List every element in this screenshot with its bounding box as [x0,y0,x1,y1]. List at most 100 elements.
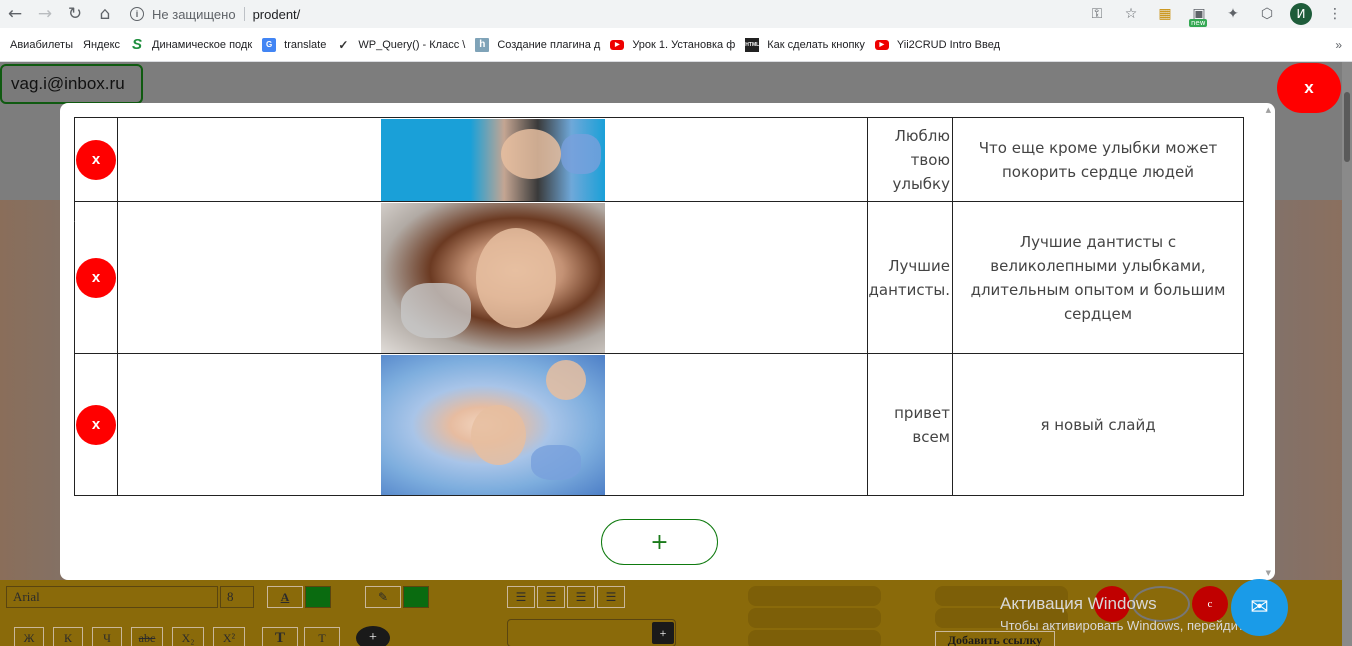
bookmark-html-icon: HTML [745,37,760,52]
bookmarks-bar: Авиабилеты Яндекс S Динамическое подк Gtrans… [0,28,1352,103]
scroll-up-icon[interactable]: ▲ [1266,106,1271,114]
slide-image[interactable] [380,354,605,495]
bookmark-item[interactable]: ✓ WP_Query() - Класс \ [336,38,465,52]
image-cell [117,353,868,496]
forward-icon[interactable]: → [30,0,60,28]
browser-toolbar: ← → ↻ ⌂ i Не защищено prodent/ ⚿ ☆ ▦ ▣ ne… [0,0,1352,28]
table-row: x привет всем я новый слайд [74,353,1244,496]
image-detail [530,444,581,480]
extension-eye-icon[interactable]: ⬡ [1250,0,1284,28]
image-detail [470,404,526,465]
bookmark-label: Авиабилеты [10,38,74,51]
bookmark-item[interactable]: Авиабилеты [0,38,74,103]
bookmark-item[interactable]: ▶ Yii2CRUD Intro Введ [874,38,1001,51]
bookmark-yt-icon: ▶ [610,39,625,50]
text-color-swatch[interactable] [305,586,331,608]
bookmark-item[interactable]: h Создание плагина д [475,37,600,52]
bookmark-gt-icon: G [262,37,277,52]
toolbar-right: ⚿ ☆ ▦ ▣ new ✦ ⬡ И ⋮ [1080,0,1352,28]
delete-cell: x [74,117,118,202]
add-slide-button[interactable]: + [601,519,718,565]
fill-color-swatch[interactable] [403,586,429,608]
user-email[interactable]: vag.i@inbox.ru [0,64,143,104]
watermark-title: Активация Windows [1000,594,1157,613]
close-modal-button[interactable]: x [1277,63,1341,113]
editor-option-pill[interactable] [748,608,881,628]
font-family-select[interactable]: Arial [6,586,218,608]
address-url[interactable]: prodent/ [253,7,301,22]
editor-add-button[interactable]: + [356,626,390,646]
slide-image[interactable] [380,118,605,201]
back-icon[interactable]: ← [0,0,30,28]
delete-cell: x [74,353,118,496]
scroll-down-icon[interactable]: ▼ [1266,569,1271,577]
align-justify-icon[interactable]: ☰ [507,586,535,608]
underline-button[interactable]: Ч [92,627,122,646]
image-cell [117,117,868,202]
bold-button[interactable]: Ж [14,627,44,646]
bookmark-label: Как сделать кнопку [767,38,865,51]
scrollbar-thumb[interactable] [1344,92,1350,162]
bookmark-label: Урок 1. Установка ф [632,38,736,51]
watermark-text: Чтобы активировать Windows, перейдите в [1000,618,1262,633]
text-color-button[interactable]: A [267,586,303,608]
subscript-button[interactable]: X₂ [172,627,204,646]
image-detail [400,282,471,338]
slide-title[interactable]: привет всем [867,353,953,496]
home-icon[interactable]: ⌂ [90,0,120,28]
slide-description[interactable]: Что еще кроме улыбки может покорить серд… [952,117,1244,202]
new-badge: new [1189,19,1208,27]
slide-title[interactable]: Лучшие дантисты. [867,201,953,354]
font-size-select[interactable]: 8 [220,586,254,608]
chevron-more-icon[interactable]: » [1335,38,1342,52]
chat-widget-button[interactable]: ✉ [1231,579,1288,636]
text-size-up-button[interactable]: T [262,627,298,646]
profile-avatar[interactable]: И [1284,0,1318,28]
slides-table: x Люблю твою улыбку Что еще кроме улыбки… [74,117,1244,496]
info-icon[interactable]: i [130,7,144,21]
security-label: Не защищено [152,6,236,22]
strikethrough-button[interactable]: abc [131,627,163,646]
extension-new-icon[interactable]: ▣ new [1182,0,1216,28]
star-icon[interactable]: ☆ [1114,0,1148,28]
windows-activation-watermark: Активация Windows Чтобы активировать Win… [1000,594,1261,633]
slide-description[interactable]: я новый слайд [952,353,1244,496]
align-center-icon[interactable]: ☰ [537,586,565,608]
editor-input-add-button[interactable]: + [652,622,674,644]
bookmark-label: Динамическое подк [152,38,253,51]
editor-input[interactable] [507,619,676,646]
page-scrollbar[interactable] [1342,62,1352,646]
align-left-icon[interactable]: ☰ [567,586,595,608]
address-divider [243,7,245,21]
menu-icon[interactable]: ⋮ [1318,0,1352,28]
delete-slide-button[interactable]: x [76,257,116,298]
bookmark-item[interactable]: ▶ Урок 1. Установка ф [610,39,735,51]
slide-description[interactable]: Лучшие дантисты с великолепными улыбками… [952,201,1244,354]
superscript-button[interactable]: X² [213,627,245,646]
extension-bird-icon[interactable]: ✦ [1216,0,1250,28]
bookmark-label: Yii2CRUD Intro Введ [896,38,1001,51]
bookmark-item[interactable]: Яндекс [0,39,120,103]
editor-option-pill[interactable] [748,630,881,646]
align-right-icon[interactable]: ☰ [597,586,625,608]
bookmark-item[interactable]: HTML Как сделать кнопку [745,37,865,52]
address-bar[interactable]: i Не защищено prodent/ [130,7,300,22]
bookmark-wp-icon: ✓ [338,37,349,52]
bookmark-h-icon: h [475,37,490,52]
editor-option-pill[interactable] [748,586,881,606]
bookmark-item[interactable]: S Динамическое подк [130,36,253,53]
italic-button[interactable]: К [53,627,83,646]
delete-slide-button[interactable]: x [76,404,116,445]
reload-icon[interactable]: ↻ [60,0,90,28]
text-size-down-button[interactable]: T [304,627,340,646]
bookmark-yt-icon: ▶ [874,39,889,50]
add-link-button[interactable]: Добавить ссылку [935,631,1055,646]
key-icon[interactable]: ⚿ [1080,0,1114,28]
bookmark-item[interactable]: Gtranslate [262,37,326,52]
delete-slide-button[interactable]: x [76,139,116,180]
table-row: x Лучшие дантисты. Лучшие дантисты с вел… [74,201,1244,354]
slide-title[interactable]: Люблю твою улыбку [867,117,953,202]
slide-image[interactable] [380,202,605,353]
extension-icon[interactable]: ▦ [1148,0,1182,28]
fill-color-icon[interactable]: ✎ [365,586,401,608]
